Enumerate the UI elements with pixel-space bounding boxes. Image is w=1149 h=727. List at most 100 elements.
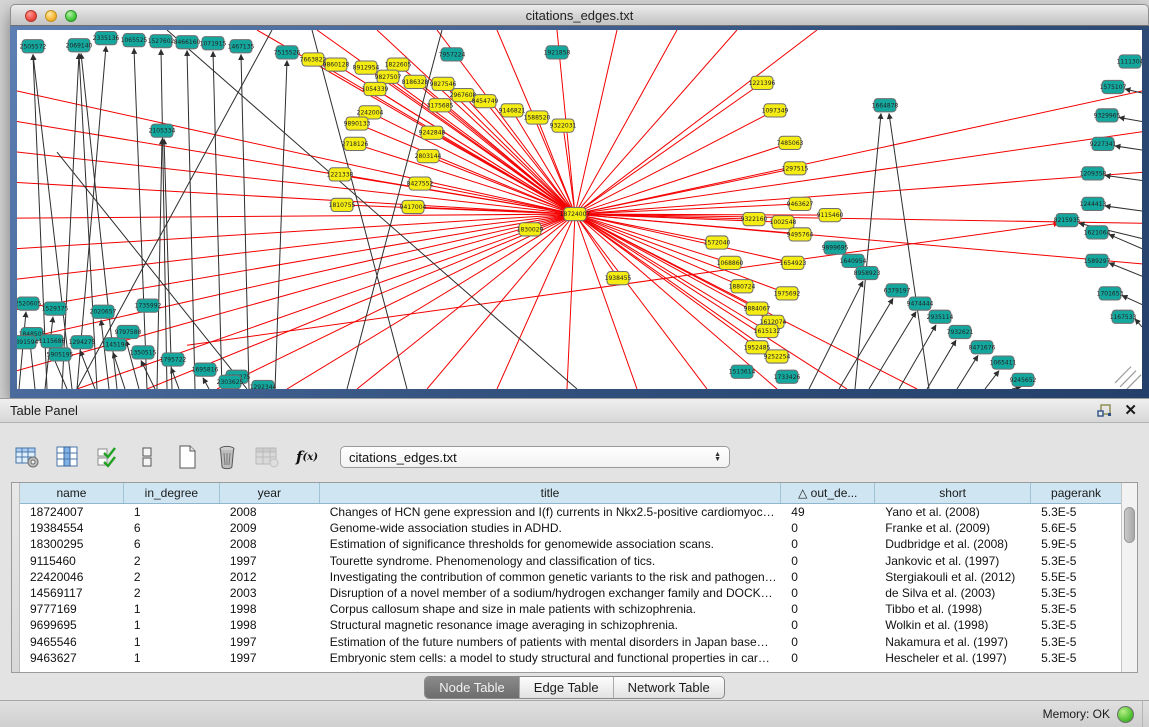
graph-node[interactable] [432, 77, 454, 90]
table-cell[interactable]: 5.6E-5 [1031, 521, 1121, 535]
graph-node[interactable] [176, 36, 198, 49]
graph-node[interactable] [756, 324, 778, 337]
graph-node[interactable] [1056, 214, 1078, 227]
table-cell[interactable]: 9777169 [20, 602, 124, 616]
table-cell[interactable]: 5.9E-5 [1031, 537, 1121, 551]
table-cell[interactable]: 2003 [220, 586, 320, 600]
graph-node[interactable] [49, 348, 71, 361]
graph-node[interactable] [71, 336, 93, 349]
close-panel-icon[interactable]: ✕ [1124, 403, 1137, 418]
table-cell[interactable]: 5.3E-5 [1031, 586, 1121, 600]
table-cell[interactable]: 0 [781, 554, 875, 568]
table-cell[interactable]: 1 [124, 505, 220, 519]
graph-node[interactable] [325, 58, 347, 71]
graph-node[interactable] [546, 46, 568, 59]
graph-node[interactable] [402, 200, 424, 213]
table-cell[interactable]: Genome-wide association studies in ADHD. [320, 521, 782, 535]
table-cell[interactable]: Hescheler et al. (1997) [875, 651, 1031, 665]
table-cell[interactable]: Changes of HCN gene expression and I(f) … [320, 505, 782, 519]
tab-network-table[interactable]: Network Table [614, 677, 724, 698]
graph-node[interactable] [874, 99, 896, 112]
table-cell[interactable]: 1998 [220, 602, 320, 616]
table-cell[interactable]: 6 [124, 521, 220, 535]
table-cell[interactable]: 9115460 [20, 554, 124, 568]
graph-node[interactable] [1096, 109, 1118, 122]
table-vertical-scrollbar[interactable] [1121, 483, 1137, 672]
table-cell[interactable]: 18724007 [20, 505, 124, 519]
column-header-title[interactable]: title [320, 483, 782, 503]
graph-node[interactable] [1086, 226, 1108, 239]
table-cell[interactable]: 0 [781, 521, 875, 535]
table-row[interactable]: 911546021997Tourette syndrome. Phenomeno… [20, 553, 1121, 569]
graph-node[interactable] [150, 35, 172, 48]
table-cell[interactable]: 2012 [220, 570, 320, 584]
graph-node[interactable] [346, 117, 368, 130]
network-canvas[interactable]: 2505572206914023351361065525152760284661… [17, 30, 1142, 389]
graph-node[interactable] [68, 39, 90, 52]
graph-node[interactable] [377, 70, 399, 83]
graph-node[interactable] [743, 213, 765, 226]
table-cell[interactable]: 5.3E-5 [1031, 618, 1121, 632]
table-row[interactable]: 1938455462009Genome-wide association stu… [20, 520, 1121, 536]
graph-node[interactable] [137, 299, 159, 312]
canvas-resize-hatch[interactable] [1115, 367, 1141, 389]
table-cell[interactable]: 2008 [220, 537, 320, 551]
graph-node[interactable] [219, 375, 241, 388]
graph-node[interactable] [782, 256, 804, 269]
graph-node[interactable] [194, 363, 216, 376]
graph-node[interactable] [421, 126, 443, 139]
table-cell[interactable]: 22420046 [20, 570, 124, 584]
graph-node[interactable] [1119, 55, 1141, 68]
graph-node[interactable] [441, 48, 463, 61]
table-cell[interactable]: 1997 [220, 554, 320, 568]
graph-node[interactable] [404, 75, 426, 88]
graph-node[interactable] [772, 216, 794, 229]
import-table-icon[interactable] [254, 444, 280, 470]
graph-node[interactable] [132, 346, 154, 359]
graph-node[interactable] [746, 341, 768, 354]
table-cell[interactable]: 1 [124, 651, 220, 665]
table-cell[interactable]: 2008 [220, 505, 320, 519]
table-cell[interactable]: 2 [124, 554, 220, 568]
column-header-pagerank[interactable]: pagerank [1031, 483, 1121, 503]
table-selector-dropdown[interactable]: citations_edges.txt ▲▼ [340, 446, 730, 468]
graph-node[interactable] [474, 95, 496, 108]
float-panel-icon[interactable] [1097, 404, 1112, 418]
table-cell[interactable]: Stergiakouli et al. (2012) [875, 570, 1031, 584]
table-row[interactable]: 1830029562008Estimation of significance … [20, 536, 1121, 552]
table-cell[interactable]: 5.3E-5 [1031, 505, 1121, 519]
new-table-icon[interactable] [174, 444, 200, 470]
graph-node[interactable] [95, 32, 117, 45]
graph-node[interactable] [751, 76, 773, 89]
table-cell[interactable]: 19384554 [20, 521, 124, 535]
graph-node[interactable] [344, 137, 366, 150]
graph-node[interactable] [929, 310, 951, 323]
graph-node[interactable] [971, 341, 993, 354]
graph-node[interactable] [779, 136, 801, 149]
table-row[interactable]: 946554611997Estimation of the future num… [20, 634, 1121, 650]
graph-node[interactable] [162, 353, 184, 366]
table-cell[interactable]: Tourette syndrome. Phenomenology and cla… [320, 554, 782, 568]
table-cell[interactable]: 0 [781, 586, 875, 600]
table-cell[interactable]: Estimation of the future numbers of pati… [320, 635, 782, 649]
scrollbar-thumb[interactable] [1124, 507, 1135, 543]
graph-node[interactable] [1112, 310, 1134, 323]
graph-node[interactable] [949, 325, 971, 338]
graph-node[interactable] [104, 338, 126, 351]
table-row[interactable]: 2242004622012Investigating the contribut… [20, 569, 1121, 585]
tab-node-table[interactable]: Node Table [425, 677, 520, 698]
graph-node[interactable] [17, 336, 36, 349]
graph-node[interactable] [824, 241, 846, 254]
graph-node[interactable] [387, 58, 409, 71]
graph-node[interactable] [992, 356, 1014, 369]
graph-node[interactable] [706, 236, 728, 249]
graph-node[interactable] [364, 82, 386, 95]
table-row[interactable]: 969969511998Structural magnetic resonanc… [20, 617, 1121, 633]
graph-node[interactable] [329, 168, 351, 181]
function-icon[interactable]: f(x) [294, 444, 320, 470]
table-cell[interactable]: 0 [781, 537, 875, 551]
table-row[interactable]: 1872400712008Changes of HCN gene express… [20, 504, 1121, 520]
column-header-short[interactable]: short [875, 483, 1031, 503]
graph-node[interactable] [1012, 373, 1034, 386]
graph-node[interactable] [501, 104, 523, 117]
